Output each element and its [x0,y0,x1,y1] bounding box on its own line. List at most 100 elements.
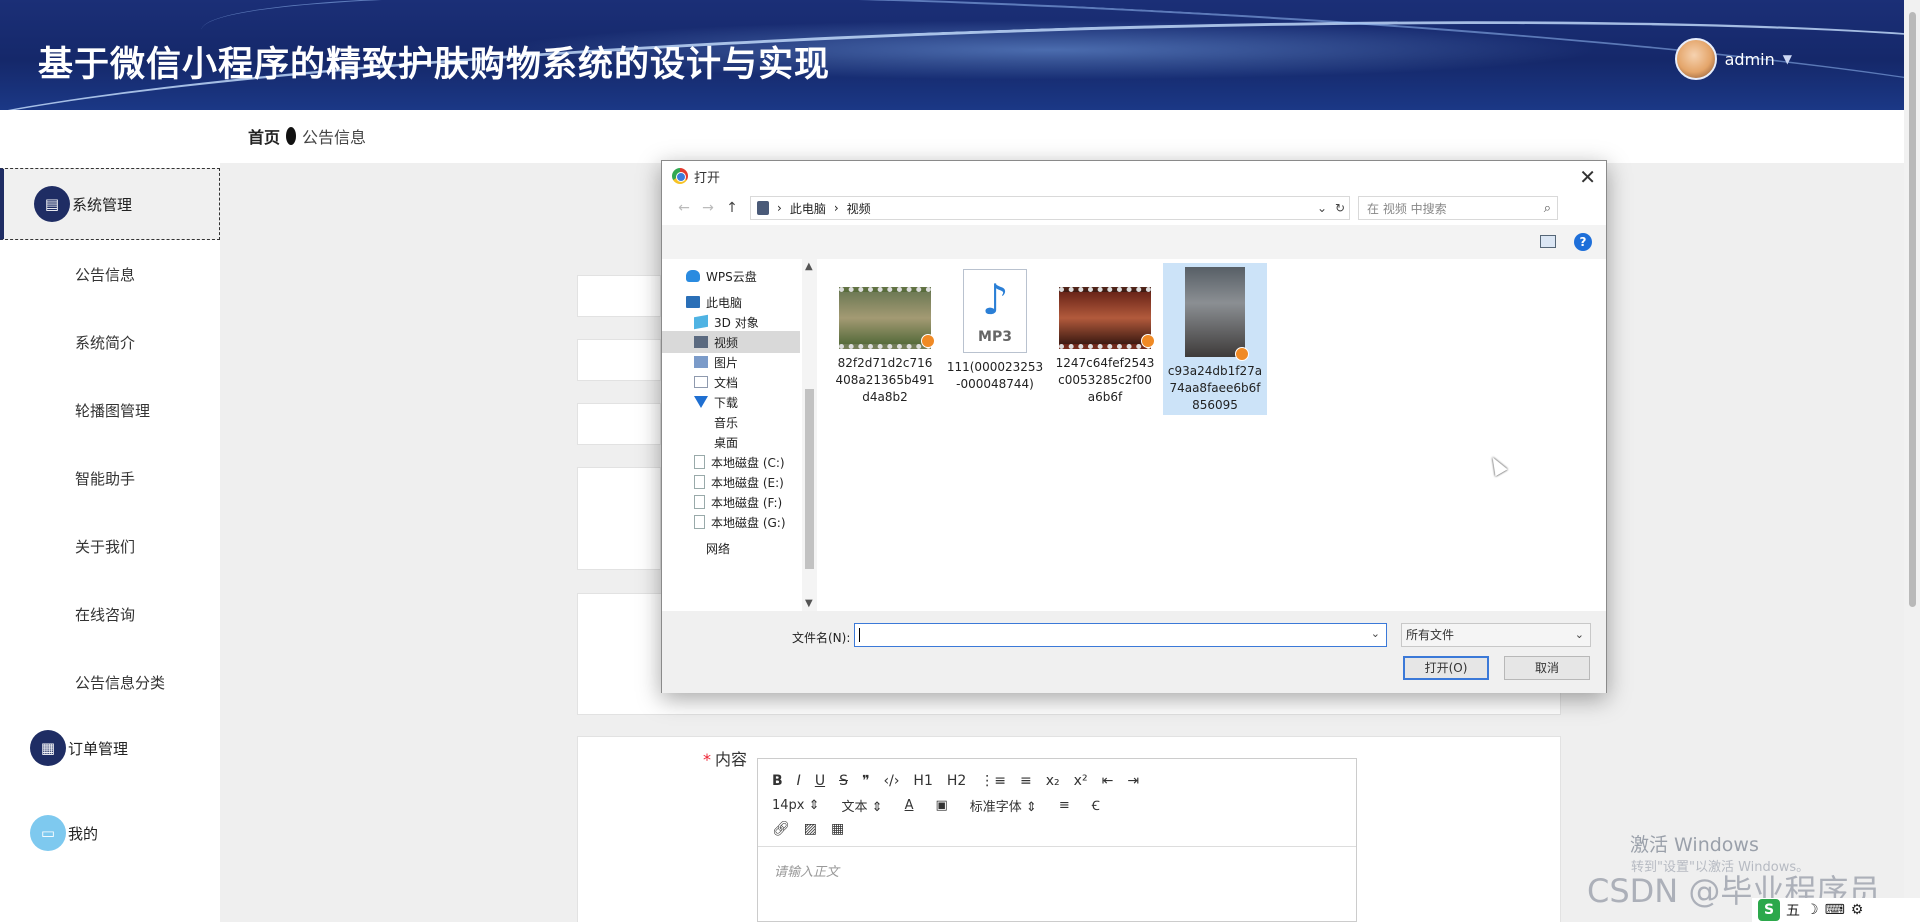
scrollbar-thumb[interactable] [1909,12,1916,607]
chevron-down-icon[interactable]: ⌄ [1371,627,1380,640]
form-input[interactable] [577,403,661,445]
blockquote-button[interactable]: ❞ [862,773,870,789]
sidebar-group-orders[interactable]: ▦ 订单管理 [0,713,220,783]
nav-item-disk-e[interactable]: 本地磁盘 (E:) [694,471,816,493]
nav-item-3d[interactable]: 3D 对象 [694,311,816,333]
form-input[interactable] [577,339,661,381]
image-icon[interactable]: ▨ [804,821,817,837]
nav-item-music[interactable]: 音乐 [694,411,816,433]
pc-icon [686,296,700,308]
sidebar-item-intro[interactable]: 系统简介 [75,332,135,353]
rich-text-editor[interactable]: B I U S ❞ ‹/› H1 H2 ⋮≡ ≡ x₂ x² ⇤ ⇥ 14px … [757,758,1357,922]
h1-button[interactable]: H1 [913,773,932,789]
cancel-button[interactable]: 取消 [1504,656,1590,680]
bullet-list-button[interactable]: ≡ [1020,773,1032,789]
sidebar-item-assistant[interactable]: 智能助手 [75,468,135,489]
nav-item-pictures[interactable]: 图片 [694,351,816,373]
file-item[interactable]: 82f2d71d2c716 408a21365b491 d4a8b2 [833,283,937,406]
sidebar-group-mine[interactable]: ▭ 我的 [0,798,220,868]
form-input[interactable] [577,275,661,317]
settings-icon[interactable]: ⚙ [1851,902,1864,918]
path-segment[interactable]: 视频 [847,200,871,217]
strike-button[interactable]: S [839,773,848,789]
font-family-select[interactable]: 标准字体 ⇕ [970,796,1037,815]
chart-icon: ▤ [34,186,70,222]
link-icon[interactable]: 🔗︎ [772,821,790,837]
align-icon[interactable]: ≡ [1059,798,1070,813]
nav-item-this-pc[interactable]: 此电脑 [686,291,808,313]
moon-icon[interactable]: ☽ [1806,902,1819,918]
open-button[interactable]: 打开(O) [1403,656,1489,680]
search-input[interactable]: 在 视频 中搜索 ⌕ [1358,196,1558,220]
sidebar-item-notice-category[interactable]: 公告信息分类 [75,672,165,693]
font-size-select[interactable]: 14px ⇕ [772,798,820,813]
search-icon[interactable]: ⌕ [1544,201,1551,216]
ime-mode[interactable]: 五 [1786,900,1800,920]
path-segment[interactable]: 此电脑 [790,200,826,217]
forward-arrow-icon[interactable]: → [696,200,720,216]
path-box[interactable]: › 此电脑 › 视频 ⌄ ↻ [750,196,1350,220]
indent-button[interactable]: ⇥ [1127,773,1139,789]
text-type-select[interactable]: 文本 ⇕ [842,796,883,815]
user-menu[interactable]: admin ▼ [1674,38,1792,80]
file-item[interactable]: c93a24db1f27a 74aa8faee6b6f 856095 [1163,263,1267,415]
back-arrow-icon[interactable]: ← [672,200,696,216]
chevron-down-icon[interactable]: ▼ [1783,52,1792,66]
scrollbar-thumb[interactable] [805,389,814,569]
bold-button[interactable]: B [772,773,783,789]
italic-button[interactable]: I [797,773,801,789]
breadcrumb-home[interactable]: 首页 [248,124,280,148]
h2-button[interactable]: H2 [947,773,966,789]
file-item[interactable]: ♪ MP3 111(000023253 -000048744) [943,265,1047,393]
nav-item-desktop[interactable]: 桌面 [694,431,816,453]
filename-input[interactable]: ⌄ [854,623,1387,647]
nav-item-label: 本地磁盘 (F:) [711,495,783,510]
refresh-icon[interactable]: ↻ [1335,201,1345,215]
nav-item-wps-cloud[interactable]: WPS云盘 [686,265,808,287]
background-color-icon[interactable]: ▣ [935,798,947,813]
disk-icon [694,455,705,469]
form-input[interactable] [577,467,661,570]
scroll-up-icon[interactable]: ▲ [805,261,813,272]
sidebar-item-notice[interactable]: 公告信息 [75,264,135,285]
nav-item-network[interactable]: 网络 [686,537,808,559]
underline-button[interactable]: U [815,773,825,789]
sidebar-item-about[interactable]: 关于我们 [75,536,135,557]
file-item[interactable]: 1247c64fef2543 c0053285c2f00 a6b6f [1053,283,1157,406]
nav-item-label: WPS云盘 [706,269,757,284]
avatar[interactable] [1674,38,1717,80]
nav-item-disk-c[interactable]: 本地磁盘 (C:) [694,451,816,473]
page-scrollbar[interactable] [1904,0,1920,922]
card-icon: ▭ [30,815,66,851]
ordered-list-button[interactable]: ⋮≡ [980,773,1006,789]
nav-item-downloads[interactable]: 下载 [694,391,816,413]
outdent-button[interactable]: ⇤ [1102,773,1114,789]
sogou-ime-icon[interactable]: S [1758,899,1780,921]
video-icon[interactable]: ▦ [831,821,844,837]
nav-item-documents[interactable]: 文档 [694,371,816,393]
scroll-down-icon[interactable]: ▼ [805,598,813,609]
chevron-down-icon[interactable]: ⌄ [1575,624,1584,646]
font-color-icon[interactable]: A [905,798,914,813]
superscript-button[interactable]: x² [1074,773,1088,789]
editor-placeholder[interactable]: 请输入正文 [758,847,1356,894]
preview-pane-icon[interactable] [1540,235,1556,248]
file-type-select[interactable]: 所有文件 ⌄ [1401,623,1591,647]
sidebar-item-carousel[interactable]: 轮播图管理 [75,400,150,421]
path-separator-icon: › [833,201,839,215]
nav-item-disk-g[interactable]: 本地磁盘 (G:) [694,511,816,533]
up-arrow-icon[interactable]: ↑ [720,200,744,216]
keyboard-icon[interactable]: ⌨ [1825,902,1845,918]
help-icon[interactable]: ? [1574,233,1592,251]
close-icon[interactable]: ✕ [1579,165,1596,189]
sidebar-group-system[interactable]: ▤ 系统管理 [0,168,220,240]
username[interactable]: admin [1725,50,1775,69]
nav-scrollbar[interactable]: ▲ ▼ [802,259,817,611]
subscript-button[interactable]: x₂ [1046,773,1060,789]
clear-format-icon[interactable]: Ꞓ [1092,796,1100,814]
sidebar-item-consult[interactable]: 在线咨询 [75,604,135,625]
nav-item-disk-f[interactable]: 本地磁盘 (F:) [694,491,816,513]
code-button[interactable]: ‹/› [884,773,900,789]
chevron-down-icon[interactable]: ⌄ [1317,201,1327,215]
nav-item-videos[interactable]: 视频 [662,331,800,353]
